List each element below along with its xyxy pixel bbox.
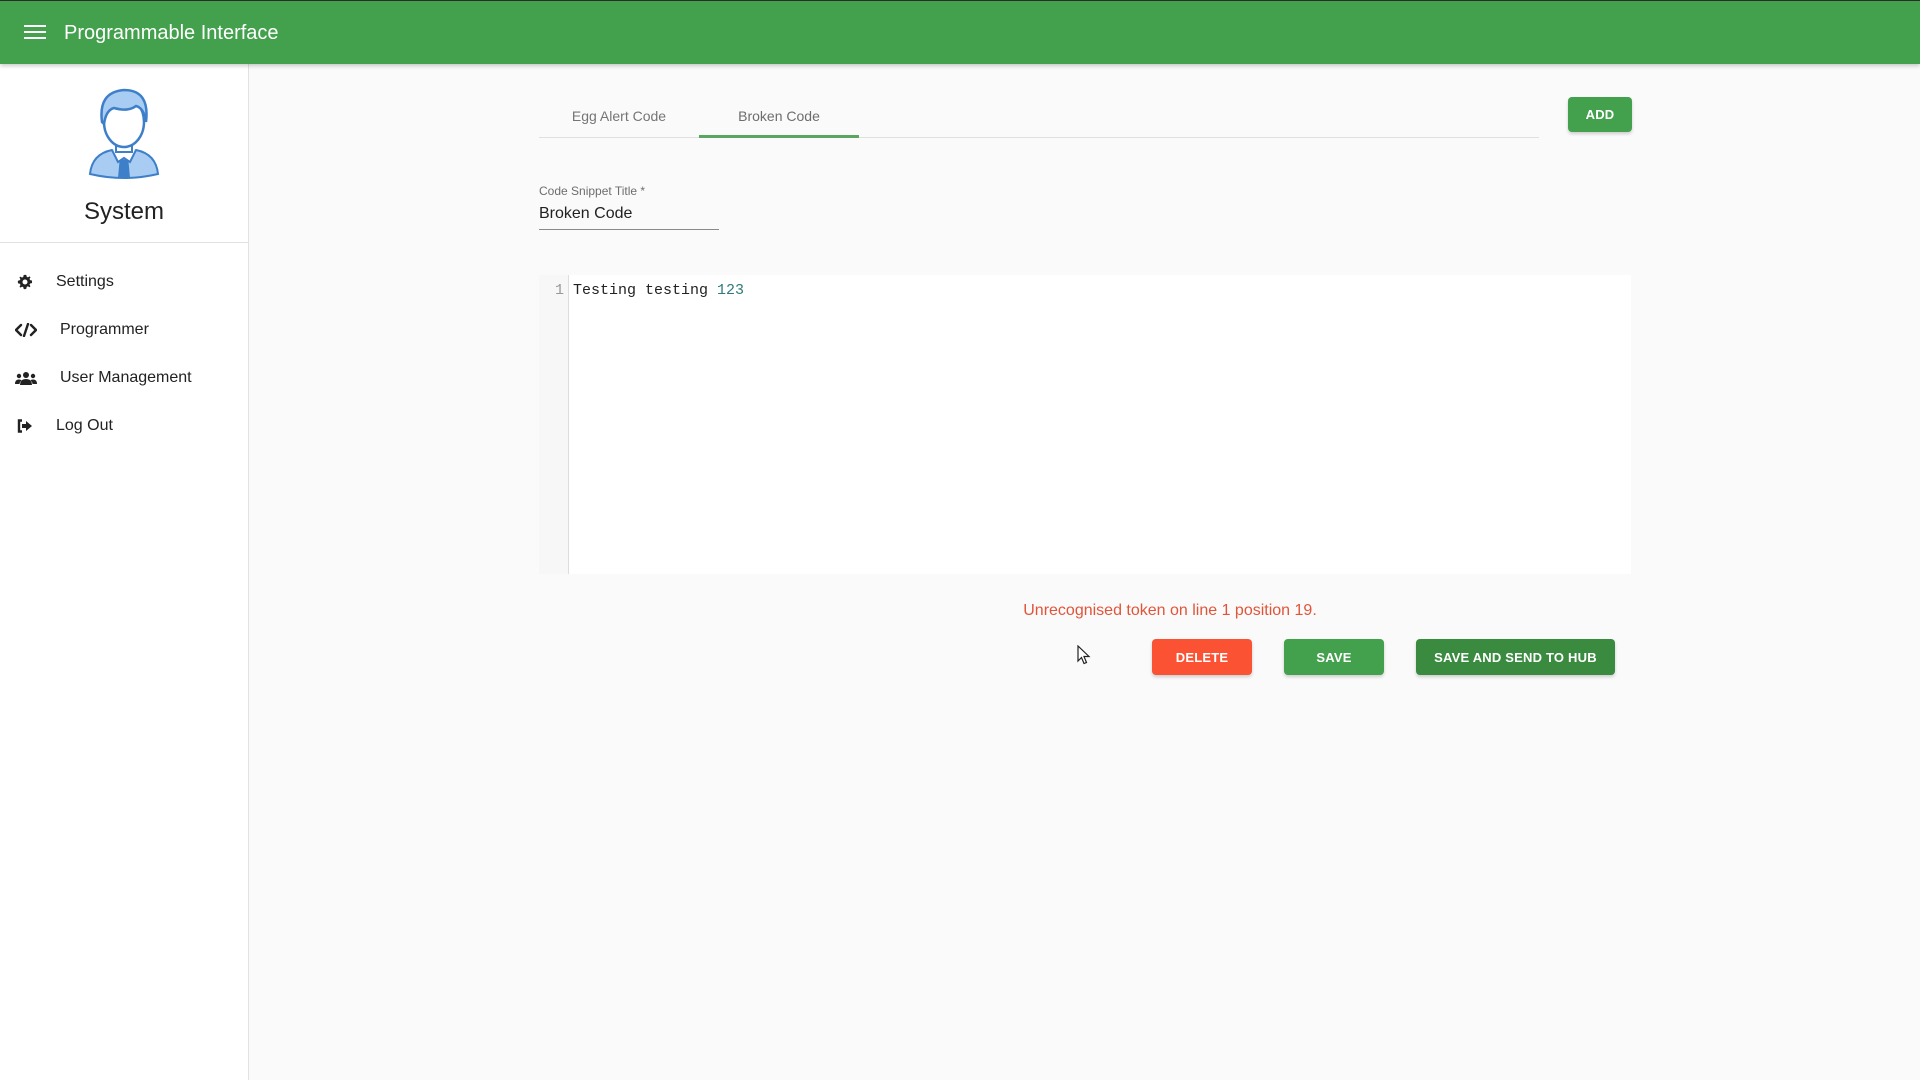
sidebar-item-label: Settings: [56, 273, 114, 290]
sidebar-item-label: User Management: [60, 369, 192, 386]
snippet-tabs: Egg Alert Code Broken Code: [539, 96, 1539, 138]
delete-button[interactable]: DELETE: [1152, 639, 1252, 675]
gear-icon: [15, 273, 35, 291]
code-text: Testing testing: [573, 282, 718, 299]
user-avatar-icon: [88, 88, 160, 179]
line-number: 1: [554, 282, 564, 299]
error-message-container: Unrecognised token on line 1 position 19…: [249, 602, 1919, 620]
app-title: Programmable Interface: [64, 22, 279, 44]
sidebar-item-label: Log Out: [56, 417, 113, 434]
hamburger-menu-icon[interactable]: [22, 21, 48, 45]
tab-egg-alert-code[interactable]: Egg Alert Code: [539, 96, 699, 137]
add-button[interactable]: ADD: [1568, 97, 1632, 132]
code-snippet-title-input[interactable]: [539, 201, 719, 230]
sidebar-item-label: Programmer: [60, 321, 149, 338]
save-and-send-to-hub-button[interactable]: SAVE AND SEND TO HUB: [1416, 639, 1615, 675]
sidebar: System Settings Programmer User Manageme…: [0, 64, 249, 1080]
tab-broken-code[interactable]: Broken Code: [699, 96, 859, 138]
code-icon: [15, 321, 37, 339]
sidebar-item-settings[interactable]: Settings: [0, 258, 248, 306]
code-editor[interactable]: 1 Testing testing 123: [539, 275, 1631, 574]
users-icon: [15, 369, 37, 387]
error-message: Unrecognised token on line 1 position 19…: [1023, 602, 1317, 619]
editor-gutter: 1: [539, 275, 569, 574]
code-snippet-title-field: Code Snippet Title *: [539, 184, 719, 230]
sidebar-item-log-out[interactable]: Log Out: [0, 402, 248, 450]
code-number-token: 123: [717, 282, 745, 299]
code-line[interactable]: Testing testing 123: [573, 282, 744, 299]
app-bar: Programmable Interface: [0, 0, 1920, 64]
sidebar-nav: Settings Programmer User Management Log …: [0, 258, 248, 450]
mouse-cursor-icon: [1077, 645, 1091, 665]
main-content: Egg Alert Code Broken Code ADD Code Snip…: [249, 64, 1920, 1080]
sidebar-divider: [0, 242, 248, 243]
sidebar-item-user-management[interactable]: User Management: [0, 354, 248, 402]
sign-out-icon: [15, 417, 35, 435]
save-button[interactable]: SAVE: [1284, 639, 1384, 675]
user-name: System: [83, 198, 164, 225]
code-snippet-title-label: Code Snippet Title *: [539, 184, 646, 198]
sidebar-item-programmer[interactable]: Programmer: [0, 306, 248, 354]
